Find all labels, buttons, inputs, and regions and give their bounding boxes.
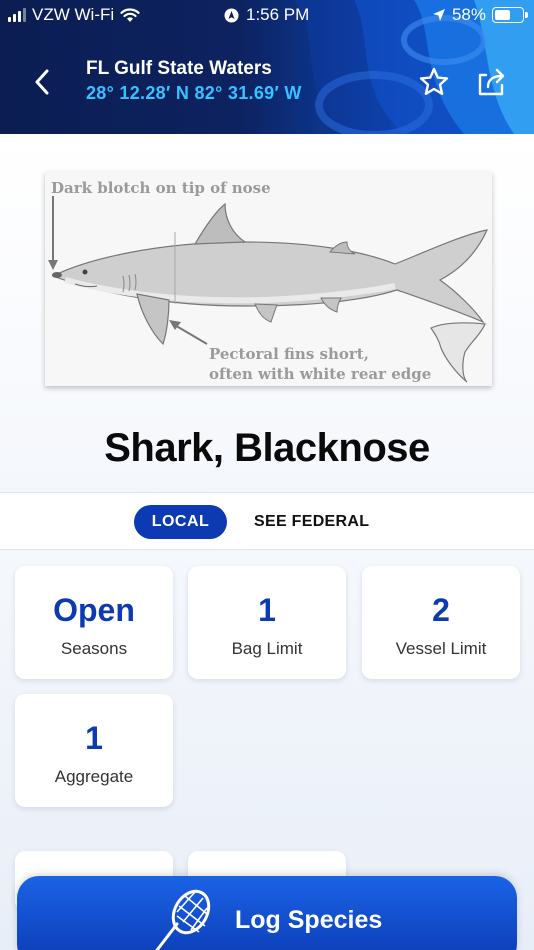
- aggregate-label: Aggregate: [54, 767, 134, 786]
- battery-icon: [492, 7, 528, 23]
- header-bar: VZW Wi-Fi 1:56 PM 58% FL Gulf State Wate…: [0, 0, 534, 134]
- seasons-value: Open: [53, 592, 135, 628]
- seasons-card[interactable]: Open Seasons: [15, 566, 173, 679]
- aggregate-card[interactable]: 1 Aggregate: [15, 694, 173, 807]
- back-icon: [35, 69, 49, 95]
- location-coordinates: 28° 12.28′ N 82° 31.69′ W: [86, 83, 302, 103]
- log-species-button[interactable]: Log Species: [17, 876, 517, 950]
- fins-callout-line2: often with white rear edge: [209, 365, 432, 383]
- bag-limit-label: Bag Limit: [231, 639, 303, 658]
- fishing-net-icon: [155, 889, 211, 950]
- seasons-label: Seasons: [60, 639, 128, 658]
- back-button[interactable]: [26, 64, 58, 100]
- bag-limit-value: 1: [258, 592, 276, 628]
- location-circle-icon: [224, 8, 239, 22]
- tab-see-federal[interactable]: SEE FEDERAL: [254, 505, 369, 539]
- fins-callout: Pectoral fins short, often with white re…: [209, 344, 431, 384]
- species-illustration: Dark blotch on tip of nose Pectoral fins…: [45, 172, 492, 386]
- species-name: Shark, Blacknose: [104, 426, 430, 470]
- aggregate-value: 1: [85, 720, 103, 756]
- star-icon: [419, 67, 449, 95]
- log-species-label: Log Species: [235, 906, 383, 934]
- vessel-limit-value: 2: [432, 592, 450, 628]
- location-title: FL Gulf State Waters: [86, 58, 272, 79]
- regulation-tabs: LOCAL SEE FEDERAL: [0, 492, 534, 550]
- status-bar: VZW Wi-Fi 1:56 PM 58%: [0, 0, 534, 30]
- location-header: FL Gulf State Waters 28° 12.28′ N 82° 31…: [86, 58, 302, 104]
- tab-local[interactable]: LOCAL: [134, 505, 227, 539]
- carrier-label: VZW Wi-Fi: [32, 5, 115, 24]
- location-arrow-icon: [432, 9, 445, 21]
- share-button[interactable]: [474, 65, 508, 99]
- vessel-limit-label: Vessel Limit: [395, 639, 487, 658]
- nose-callout: Dark blotch on tip of nose: [51, 179, 271, 197]
- favorite-button[interactable]: [418, 66, 450, 98]
- wifi-icon: [120, 7, 140, 22]
- battery-percent: 58%: [451, 5, 486, 24]
- bag-limit-card[interactable]: 1 Bag Limit: [188, 566, 346, 679]
- fins-callout-line1: Pectoral fins short,: [209, 345, 369, 363]
- signal-icon: [8, 8, 26, 22]
- share-icon: [478, 68, 505, 96]
- vessel-limit-card[interactable]: 2 Vessel Limit: [362, 566, 520, 679]
- status-time: 1:56 PM: [246, 5, 310, 24]
